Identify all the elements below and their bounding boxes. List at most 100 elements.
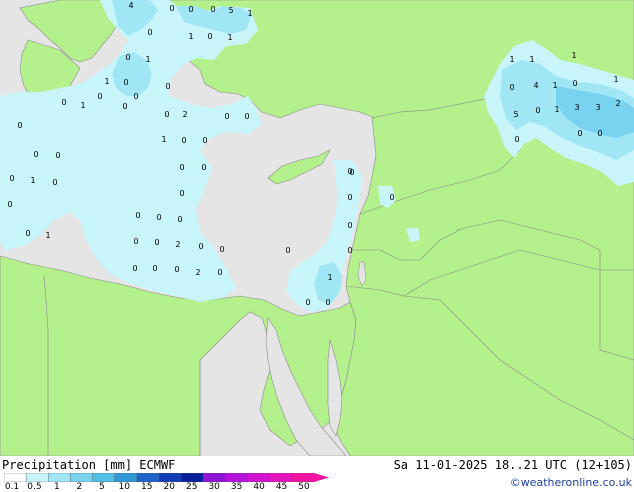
grid-value-label: 0	[347, 246, 352, 255]
grid-value-label: 0	[25, 229, 30, 238]
grid-value-label: 1	[571, 51, 576, 60]
grid-value-label: 1	[80, 101, 85, 110]
grid-value-label: 0	[198, 242, 203, 251]
grid-value-label: 0	[285, 246, 290, 255]
legend-swatch	[203, 473, 227, 482]
legend-swatch	[25, 473, 49, 482]
grid-value-label: 0	[156, 213, 161, 222]
grid-value-label: 0	[164, 110, 169, 119]
grid-value-label: 2	[615, 99, 620, 108]
legend-swatch	[136, 473, 160, 482]
grid-value-label: 0	[9, 174, 14, 183]
grid-value-label: 3	[595, 103, 600, 112]
legend-swatch	[269, 473, 293, 482]
legend-tick-label: 10	[118, 482, 131, 492]
grid-value-label: 0	[210, 5, 215, 14]
legend-tick-label: 45	[275, 482, 288, 492]
legend-swatch	[158, 473, 182, 482]
grid-value-label: 4	[533, 81, 538, 90]
grid-value-label: 0	[169, 4, 174, 13]
grid-value-label: 0	[244, 112, 249, 121]
grid-value-label: 0	[207, 32, 212, 41]
grid-value-label: 0	[535, 106, 540, 115]
grid-value-label: 0	[325, 298, 330, 307]
precipitation-map[interactable]: 4000510101011000010002000100000100000000…	[0, 0, 634, 456]
grid-value-label: 0	[179, 163, 184, 172]
grid-value-label: 0	[152, 264, 157, 273]
grid-value-label: 0	[123, 78, 128, 87]
grid-value-label: 0	[572, 79, 577, 88]
grid-value-label: 0	[132, 264, 137, 273]
grid-value-label: 0	[202, 136, 207, 145]
grid-value-label: 4	[128, 1, 133, 10]
grid-value-label: 0	[179, 189, 184, 198]
credit-link[interactable]: ©weatheronline.co.uk	[510, 476, 632, 489]
grid-value-label: 2	[175, 240, 180, 249]
legend-tick-label: 1	[54, 482, 60, 492]
grid-value-label: 0	[181, 136, 186, 145]
legend-tick-label: 50	[298, 482, 310, 492]
grid-value-label: 1	[104, 77, 109, 86]
grid-value-label: 0	[577, 129, 582, 138]
grid-value-label: 0	[97, 92, 102, 101]
grid-value-label: 1	[552, 81, 557, 90]
grid-value-label: 2	[195, 268, 200, 277]
valid-time: Sa 11-01-2025 18..21 UTC (12+105)	[393, 458, 632, 472]
legend-tick-label: 35	[230, 482, 243, 492]
grid-value-label: 5	[228, 6, 233, 15]
grid-value-label: 1	[188, 32, 193, 41]
legend-tick-label: 30	[208, 482, 220, 492]
legend-swatch	[92, 473, 116, 482]
grid-value-label: 0	[125, 53, 130, 62]
grid-value-label: 0	[52, 178, 57, 187]
grid-value-label: 0	[154, 238, 159, 247]
grid-value-label: 0	[165, 82, 170, 91]
grid-value-label: 0	[201, 163, 206, 172]
grid-value-label: 2	[182, 110, 187, 119]
grid-value-label: 0	[17, 121, 22, 130]
legend-tick-label: 2	[76, 482, 83, 492]
grid-value-label: 0	[305, 298, 310, 307]
legend-swatch	[291, 473, 315, 482]
legend-arrow	[314, 473, 329, 482]
grid-value-label: 3	[574, 103, 579, 112]
grid-value-label: 0	[219, 245, 224, 254]
legend-swatch	[48, 473, 72, 482]
legend-tick-label: 0.5	[27, 482, 42, 492]
legend-tick-label: 5	[98, 482, 105, 492]
grid-value-label: 0	[55, 151, 60, 160]
legend-swatch	[225, 473, 249, 482]
grid-value-label: 1	[161, 135, 166, 144]
grid-value-label: 1	[554, 105, 559, 114]
legend-color-bar	[4, 473, 329, 482]
legend-tick-label: 40	[253, 482, 265, 492]
grid-value-label: 1	[30, 176, 35, 185]
grid-value-label: 0	[133, 237, 138, 246]
grid-value-label: 1	[227, 33, 232, 42]
grid-value-label: 0	[61, 98, 66, 107]
grid-value-label: 0	[217, 268, 222, 277]
legend-swatch	[4, 473, 27, 482]
grid-value-label: 0	[147, 28, 152, 37]
legend-tick-label: 25	[185, 482, 198, 492]
map-title: Precipitation [mm] ECMWF	[2, 458, 176, 472]
grid-value-label: 1	[529, 55, 534, 64]
grid-value-label: 0	[514, 135, 519, 144]
grid-value-label: 1	[45, 231, 50, 240]
grid-value-label: 0	[347, 193, 352, 202]
grid-value-label: 0	[7, 200, 12, 209]
legend-tick-label: 15	[141, 482, 153, 492]
grid-value-label: 0	[597, 129, 602, 138]
grid-value-label: 0	[509, 83, 514, 92]
legend-swatch	[114, 473, 138, 482]
grid-value-label: 0	[389, 193, 394, 202]
legend-swatch	[180, 473, 204, 482]
grid-value-label: 0	[174, 265, 179, 274]
grid-value-label: 0	[347, 221, 352, 230]
grid-value-label: 0	[133, 92, 138, 101]
grid-value-label: 0	[177, 215, 182, 224]
grid-value-label: 0	[33, 150, 38, 159]
legend-tick-label: 20	[163, 482, 175, 492]
grid-value-label: 1	[509, 55, 514, 64]
grid-value-label: 0	[122, 102, 127, 111]
